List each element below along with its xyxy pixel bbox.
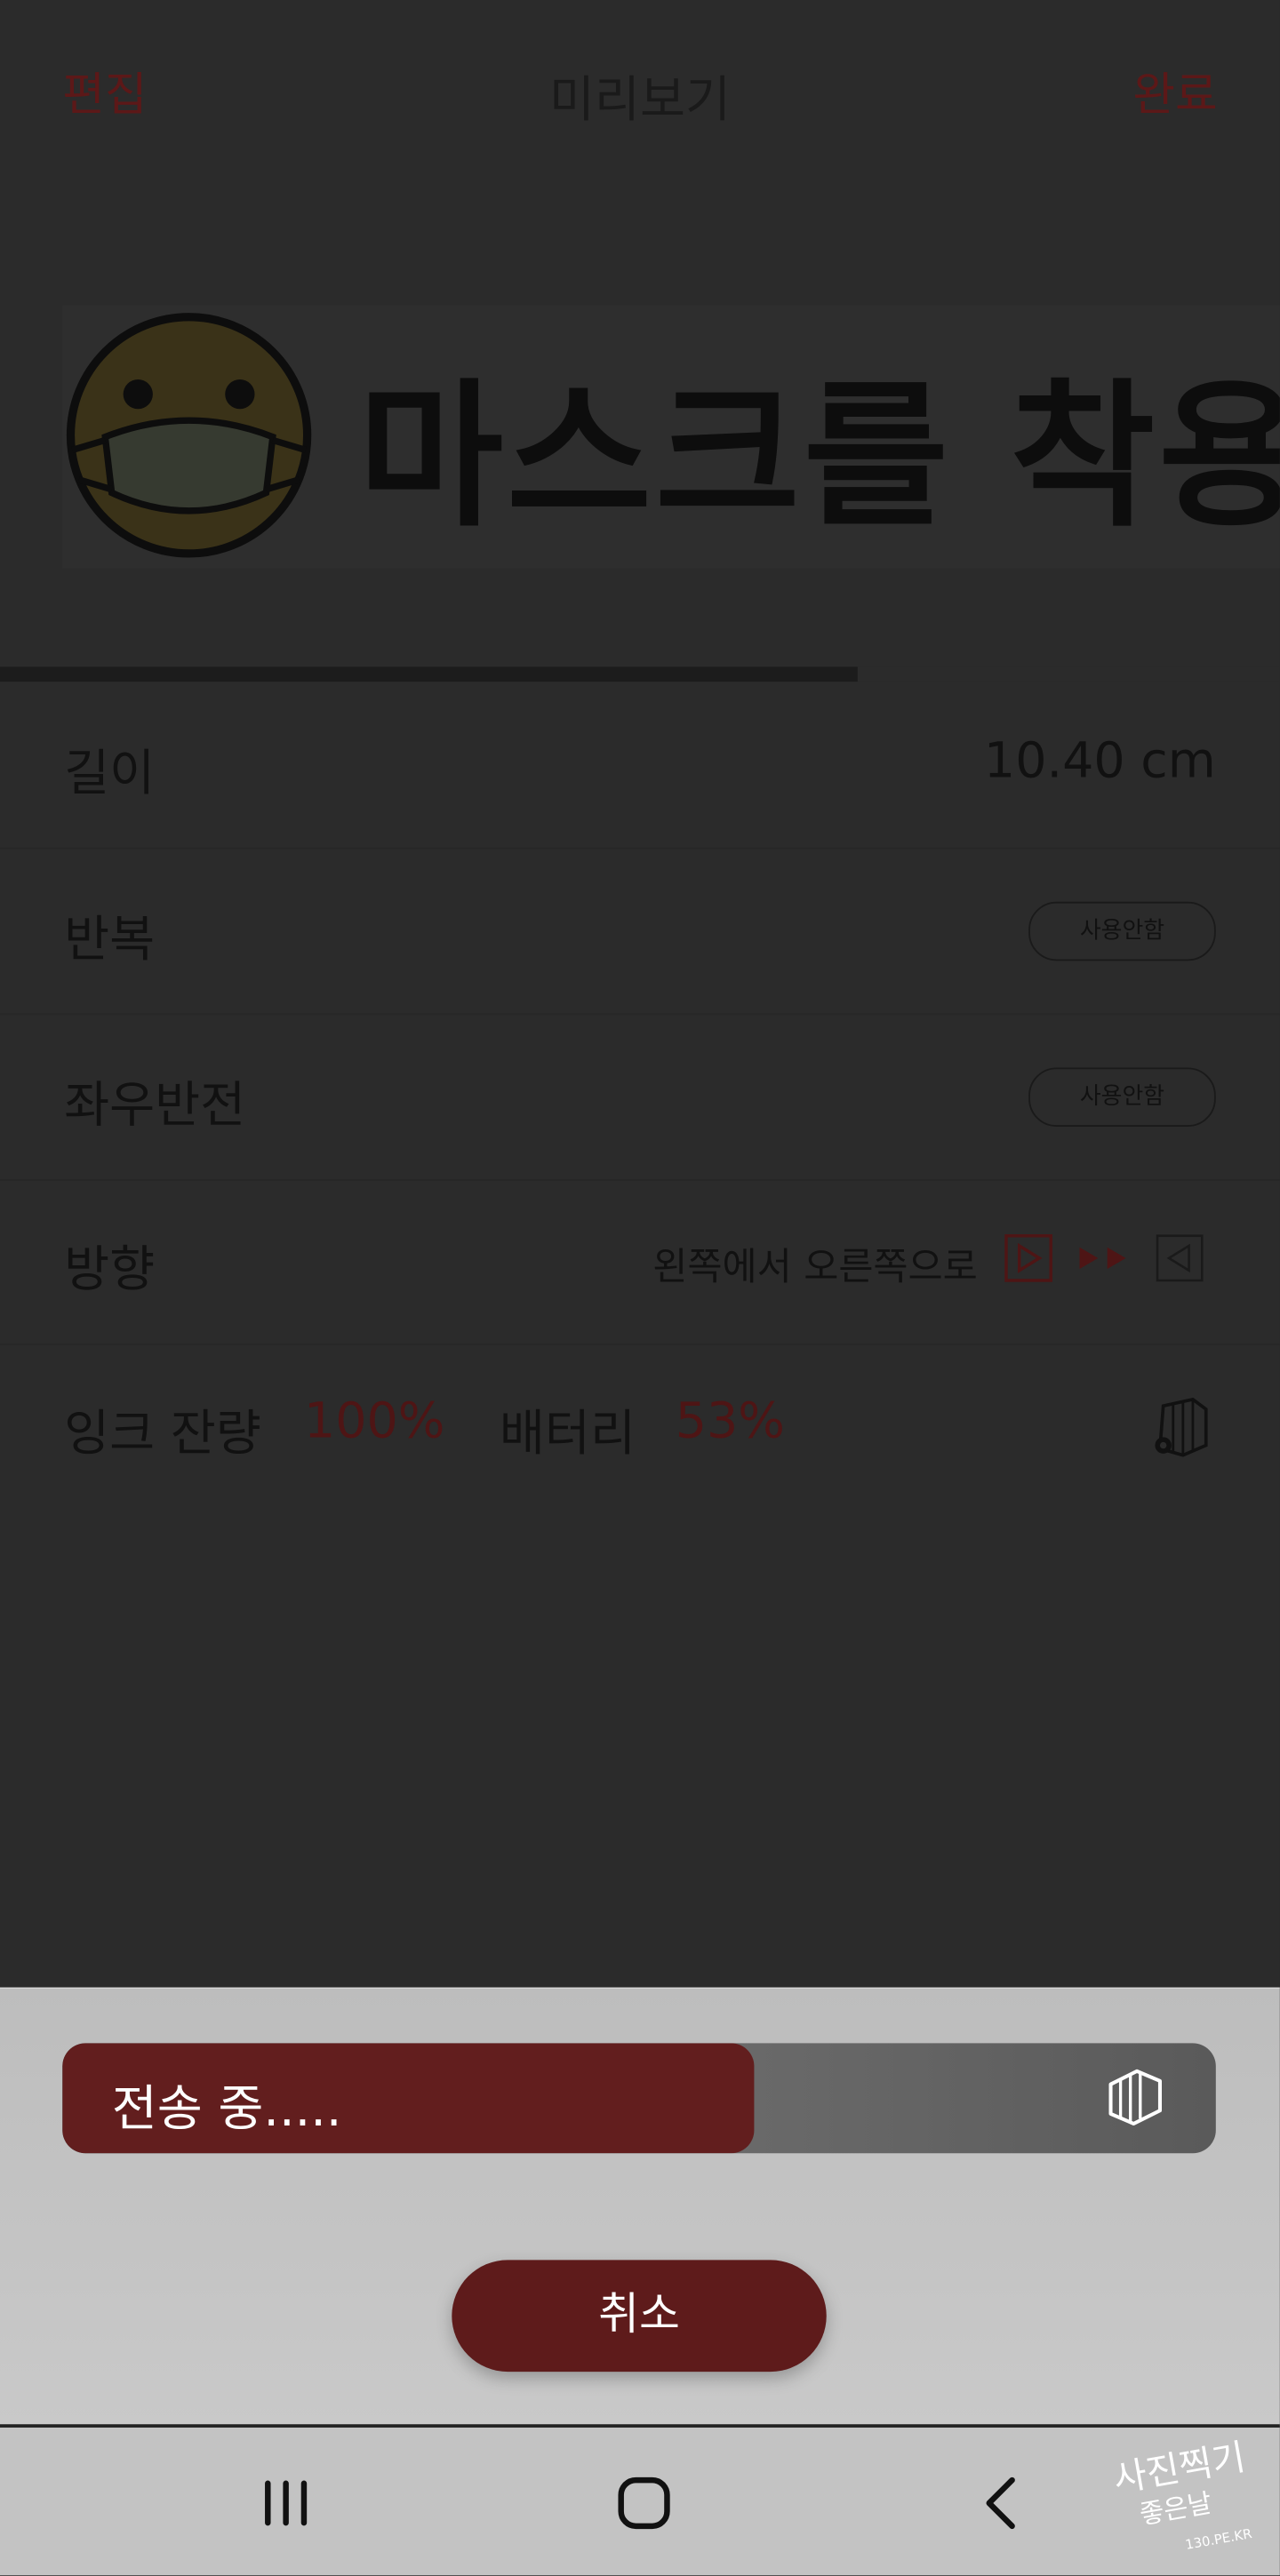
app-screen: 편집 미리보기 완료 마스크를 착용하 길이 10.40 cm 반복 사용안함 … (0, 0, 1280, 2576)
system-nav-bar (0, 2424, 1280, 2576)
ink-label: 잉크 잔량 (64, 1406, 261, 1463)
home-icon[interactable] (612, 2470, 677, 2536)
preview-position-fill (0, 666, 858, 682)
mirror-toggle[interactable]: 사용안함 (1028, 1067, 1216, 1128)
battery-value: 53% (675, 1392, 785, 1451)
svg-text:사진찍기: 사진찍기 (1110, 2436, 1249, 2500)
mirror-row: 좌우반전 사용안함 (0, 1015, 1280, 1181)
top-bar: 편집 미리보기 완료 (0, 0, 1280, 180)
mirror-label: 좌우반전 (64, 1077, 246, 1136)
double-arrow-icon (1079, 1247, 1126, 1270)
transfer-status-text: 전송 중..... (111, 2080, 342, 2139)
battery-label: 배터리 (499, 1406, 636, 1463)
print-preview: 마스크를 착용하 (62, 305, 1280, 569)
direction-value: 왼쪽에서 오른쪽으로 (652, 1246, 978, 1289)
preview-position-bar (0, 666, 1280, 682)
cancel-button[interactable]: 취소 (452, 2260, 827, 2373)
ink-value: 100% (303, 1392, 445, 1451)
watermark-logo: 사진찍기 좋은날 130.PE.KR (1110, 2436, 1253, 2553)
back-icon[interactable] (970, 2470, 1036, 2536)
device-status: 잉크 잔량 100% 배터리 53% (0, 1344, 1280, 1508)
transfer-sheet: 전송 중..... 취소 (0, 1987, 1280, 2427)
preview-text: 마스크를 착용하 (357, 364, 1280, 549)
length-label: 길이 (64, 746, 156, 803)
transfer-progress-bar: 전송 중..... (62, 2043, 1216, 2154)
device-icon (1108, 2069, 1163, 2126)
recent-apps-icon[interactable] (253, 2470, 319, 2536)
repeat-toggle[interactable]: 사용안함 (1028, 901, 1216, 961)
emoji-mask-icon (66, 313, 312, 558)
svg-text:130.PE.KR: 130.PE.KR (1184, 2526, 1253, 2553)
done-button[interactable]: 완료 (1132, 60, 1217, 125)
length-row[interactable]: 길이 10.40 cm (0, 683, 1280, 849)
repeat-label: 반복 (64, 911, 156, 969)
direction-label: 방향 (64, 1241, 156, 1300)
direction-row: 방향 왼쪽에서 오른쪽으로 (0, 1179, 1280, 1345)
play-left-icon[interactable] (1155, 1233, 1204, 1282)
repeat-row: 반복 사용안함 (0, 849, 1280, 1016)
length-value: 10.40 cm (983, 732, 1216, 791)
play-right-icon[interactable] (1004, 1233, 1052, 1282)
page-title: 미리보기 (548, 72, 731, 131)
printer-settings-icon[interactable] (1147, 1392, 1216, 1462)
